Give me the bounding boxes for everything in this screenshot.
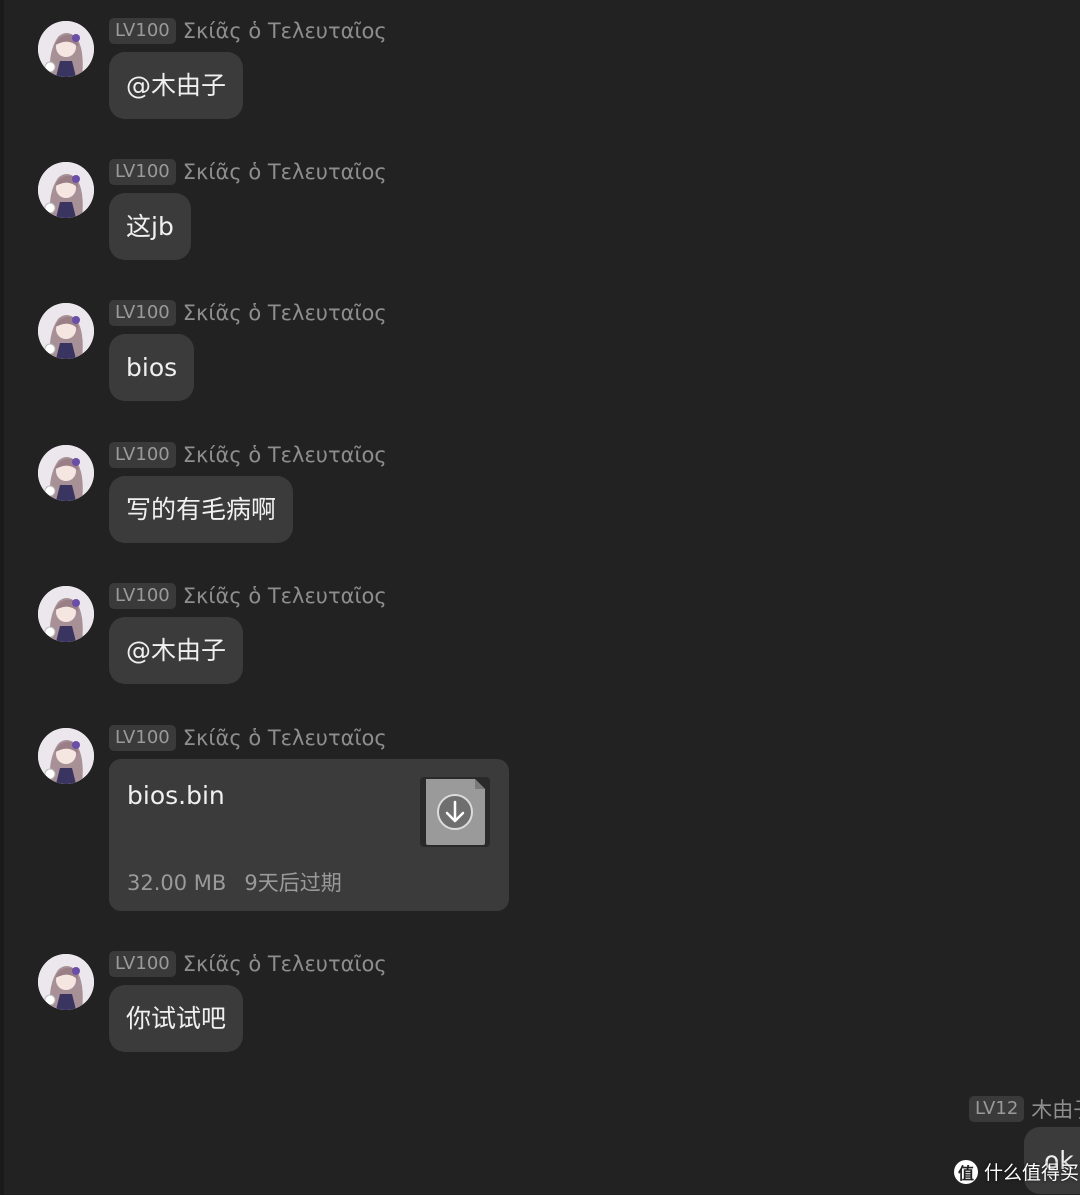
sender-name[interactable]: Σκίᾶς ὁ Τελευταῖος — [183, 952, 387, 976]
level-badge: LV100 — [109, 951, 176, 977]
sender-name[interactable]: Σκίᾶς ὁ Τελευταῖος — [183, 443, 387, 467]
file-size: 32.00 MB — [127, 871, 227, 895]
sender-name[interactable]: Σκίᾶς ὁ Τελευταῖος — [183, 301, 387, 325]
chat-window: LV100 Σκίᾶς ὁ Τελευταῖος @木由子 LV100 Σκίᾶ… — [0, 0, 1080, 1195]
avatar[interactable] — [38, 445, 94, 501]
avatar[interactable] — [38, 162, 94, 218]
download-icon[interactable] — [420, 777, 490, 847]
avatar[interactable] — [38, 303, 94, 359]
sender-meta: LV100 Σκίᾶς ὁ Τελευταῖος — [109, 300, 387, 326]
level-badge: LV100 — [109, 159, 176, 185]
file-info: 32.00 MB 9天后过期 — [127, 867, 342, 897]
message-bubble[interactable]: 你试试吧 — [109, 985, 244, 1052]
level-badge: LV100 — [109, 725, 176, 751]
sender-name[interactable]: Σκίᾶς ὁ Τελευταῖος — [183, 584, 387, 608]
message-bubble[interactable]: @木由子 — [109, 617, 244, 684]
sender-meta: LV100 Σκίᾶς ὁ Τελευταῖος — [109, 725, 387, 751]
file-expiry: 9天后过期 — [244, 871, 342, 895]
sender-meta: LV100 Σκίᾶς ὁ Τελευταῖος — [109, 951, 387, 977]
message-bubble[interactable]: bios — [109, 334, 195, 401]
avatar[interactable] — [38, 728, 94, 784]
watermark-text: 什么值得买 — [984, 1162, 1080, 1184]
self-sender-meta: LV12 木由子 — [969, 1094, 1080, 1124]
level-badge: LV100 — [109, 442, 176, 468]
level-badge: LV100 — [109, 300, 176, 326]
sender-name[interactable]: Σκίᾶς ὁ Τελευταῖος — [183, 726, 387, 750]
sender-name[interactable]: Σκίᾶς ὁ Τελευταῖος — [183, 19, 387, 43]
message-bubble[interactable]: 写的有毛病啊 — [109, 476, 294, 543]
sender-meta: LV100 Σκίᾶς ὁ Τελευταῖος — [109, 18, 387, 44]
level-badge: LV12 — [969, 1096, 1025, 1122]
avatar[interactable] — [38, 21, 94, 77]
sender-meta: LV100 Σκίᾶς ὁ Τελευταῖος — [109, 159, 387, 185]
avatar[interactable] — [38, 954, 94, 1010]
message-bubble[interactable]: 这jb — [109, 193, 191, 260]
level-badge: LV100 — [109, 583, 176, 609]
sender-name[interactable]: Σκίᾶς ὁ Τελευταῖος — [183, 160, 387, 184]
sender-name[interactable]: 木由子 — [1031, 1094, 1080, 1124]
sender-meta: LV100 Σκίᾶς ὁ Τελευταῖος — [109, 442, 387, 468]
sender-meta: LV100 Σκίᾶς ὁ Τελευταῖος — [109, 583, 387, 609]
file-attachment[interactable]: bios.bin 32.00 MB 9天后过期 — [109, 759, 509, 911]
level-badge: LV100 — [109, 18, 176, 44]
watermark-logo: 值 — [954, 1159, 978, 1184]
avatar[interactable] — [38, 586, 94, 642]
file-name: bios.bin — [127, 781, 225, 810]
watermark: 值 什么值得买 — [954, 1158, 1079, 1185]
message-bubble[interactable]: @木由子 — [109, 52, 244, 119]
